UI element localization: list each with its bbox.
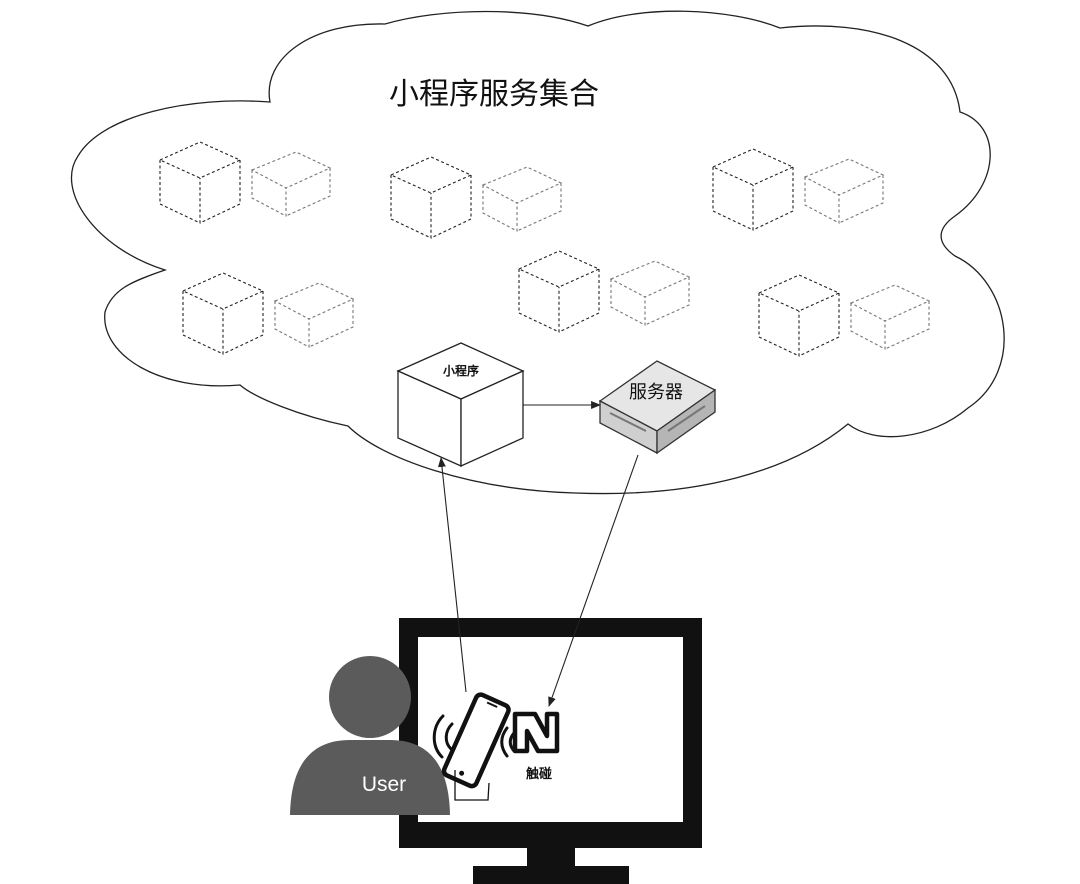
nfc-label: 触碰 xyxy=(525,766,552,782)
server-label: 服务器 xyxy=(629,382,683,403)
cloud-title: 小程序服务集合 xyxy=(389,77,599,112)
diagram-canvas: 小程序服务集合 小程序 服务器 User 触碰 xyxy=(70,10,1005,884)
user-label: User xyxy=(362,773,406,796)
mini-program-label: 小程序 xyxy=(443,363,479,378)
